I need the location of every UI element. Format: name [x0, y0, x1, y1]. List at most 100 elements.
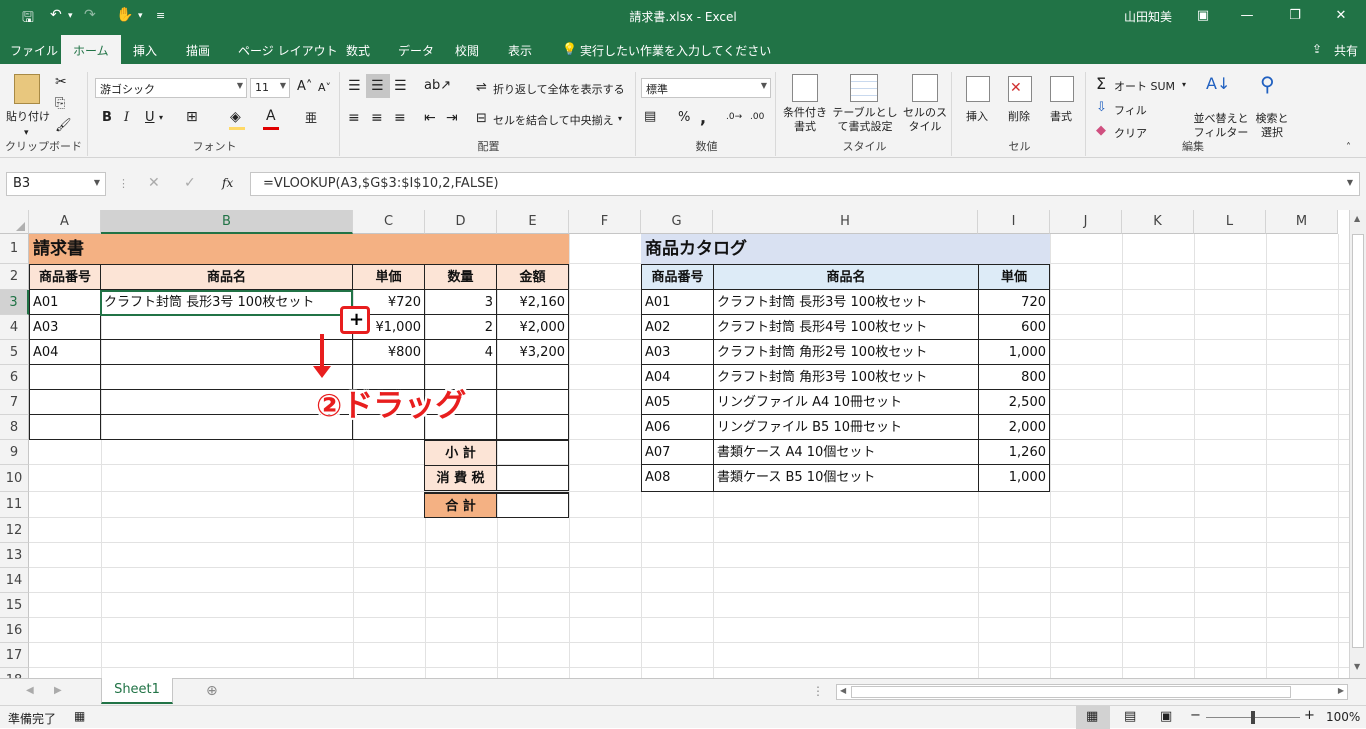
merge-dropdown-icon[interactable]: ▾ — [618, 114, 622, 123]
cut-icon[interactable]: ✂ — [55, 74, 67, 90]
scroll-down-icon[interactable]: ▼ — [1354, 662, 1360, 671]
underline-dropdown-icon[interactable]: ▾ — [159, 113, 163, 122]
catalog-cell-code[interactable]: A04 — [641, 364, 714, 390]
total-value[interactable] — [496, 492, 569, 518]
catalog-cell-price[interactable]: 1,000 — [978, 339, 1050, 365]
number-format-combo[interactable]: 標準 ▼ — [641, 78, 771, 98]
format-painter-icon[interactable]: 🖌 — [55, 118, 72, 133]
orientation-icon[interactable]: ab↗ — [424, 78, 451, 93]
sort-filter-button[interactable]: 並べ替えとフィルター — [1192, 112, 1250, 140]
name-box[interactable]: B3 ▼ — [6, 172, 106, 196]
row-header-8[interactable]: 8 — [0, 415, 29, 440]
underline-button[interactable]: U — [145, 110, 155, 125]
catalog-cell-name[interactable]: リングファイル A4 10冊セット — [713, 389, 979, 415]
tab-draw[interactable]: 描画 — [186, 42, 210, 59]
share-button[interactable]: 共有 — [1334, 42, 1358, 59]
splitter-icon[interactable]: ⋮ — [118, 177, 129, 190]
macro-record-icon[interactable]: ▦ — [74, 709, 85, 723]
invoice-header-code[interactable]: 商品番号 — [29, 264, 101, 290]
invoice-cell-amount[interactable]: ¥3,200 — [496, 339, 569, 365]
normal-view-icon[interactable]: ▦ — [1086, 709, 1098, 724]
row-header-15[interactable]: 15 — [0, 593, 29, 618]
catalog-cell-price[interactable]: 720 — [978, 289, 1050, 315]
decrease-font-icon[interactable]: A˅ — [318, 81, 331, 94]
row-header-9[interactable]: 9 — [0, 440, 29, 465]
phonetic-icon[interactable]: 亜 — [305, 109, 317, 126]
find-select-button[interactable]: 検索と選択 — [1252, 112, 1292, 140]
tab-home[interactable]: ホーム — [61, 35, 121, 64]
expand-formula-icon[interactable]: ▼ — [1347, 178, 1353, 187]
cell-styles-icon[interactable] — [912, 74, 938, 102]
scroll-up-icon[interactable]: ▲ — [1354, 214, 1360, 223]
invoice-cell-amount[interactable]: ¥2,160 — [496, 289, 569, 315]
zoom-slider-thumb[interactable] — [1251, 711, 1255, 724]
worksheet-grid[interactable]: A B C D E F G H I J K L M 1 2 3 4 5 6 7 8 9 10 11 1… — [0, 210, 1366, 678]
tab-formulas[interactable]: 数式 — [346, 42, 370, 59]
tab-data[interactable]: データ — [398, 42, 434, 59]
catalog-cell-price[interactable]: 1,000 — [978, 464, 1050, 492]
row-header-16[interactable]: 16 — [0, 618, 29, 643]
fill-color-icon[interactable]: ◈ — [230, 109, 241, 125]
tab-file[interactable]: ファイル — [10, 42, 58, 59]
format-cells-button[interactable]: 書式 — [1050, 108, 1072, 124]
col-header-a[interactable]: A — [29, 210, 101, 234]
insert-cells-icon[interactable] — [966, 76, 990, 102]
invoice-cell-code[interactable] — [29, 389, 101, 415]
catalog-title[interactable]: 商品カタログ — [641, 234, 1050, 264]
catalog-cell-name[interactable]: クラフト封筒 角形3号 100枚セット — [713, 364, 979, 390]
tax-label[interactable]: 消 費 税 — [424, 465, 497, 491]
align-left-icon[interactable]: ≡ — [348, 110, 360, 126]
scroll-right-icon[interactable]: ▶ — [1338, 686, 1344, 695]
total-label[interactable]: 合 計 — [424, 492, 497, 518]
format-as-table-icon[interactable] — [850, 74, 878, 102]
ribbon-display-icon[interactable]: ▣ — [1192, 5, 1214, 27]
catalog-cell-code[interactable]: A03 — [641, 339, 714, 365]
col-header-b[interactable]: B — [101, 210, 353, 234]
invoice-header-name[interactable]: 商品名 — [100, 264, 353, 290]
zoom-out-icon[interactable]: − — [1190, 708, 1201, 723]
conditional-format-button[interactable]: 条件付き書式 — [782, 106, 828, 134]
align-center-icon[interactable]: ≡ — [371, 110, 383, 126]
restore-icon[interactable]: ❐ — [1284, 5, 1306, 27]
row-header-7[interactable]: 7 — [0, 390, 29, 415]
row-header-12[interactable]: 12 — [0, 518, 29, 543]
col-header-i[interactable]: I — [978, 210, 1050, 234]
font-size-combo[interactable]: 11 ▼ — [250, 78, 290, 98]
font-color-icon[interactable]: A — [266, 108, 276, 124]
catalog-cell-price[interactable]: 600 — [978, 314, 1050, 340]
horizontal-scroll-thumb[interactable] — [851, 686, 1291, 698]
autosum-button[interactable]: オート SUM — [1114, 78, 1175, 94]
autosum-dropdown-icon[interactable]: ▾ — [1182, 80, 1186, 89]
borders-icon[interactable]: ⊞ — [186, 109, 198, 125]
invoice-cell-qty[interactable]: 2 — [424, 314, 497, 340]
row-header-11[interactable]: 11 — [0, 492, 29, 518]
tab-view[interactable]: 表示 — [508, 42, 532, 59]
col-header-m[interactable]: M — [1266, 210, 1338, 234]
catalog-cell-name[interactable]: 書類ケース B5 10個セット — [713, 464, 979, 492]
merge-center-button[interactable]: セルを結合して中央揃え — [493, 112, 614, 128]
paste-button[interactable]: 貼り付け — [6, 108, 50, 124]
vertical-scroll-thumb[interactable] — [1352, 234, 1364, 648]
col-header-j[interactable]: J — [1050, 210, 1122, 234]
insert-cells-button[interactable]: 挿入 — [966, 108, 988, 124]
close-icon[interactable]: ✕ — [1330, 5, 1352, 27]
catalog-cell-code[interactable]: A02 — [641, 314, 714, 340]
conditional-format-icon[interactable] — [792, 74, 818, 102]
zoom-in-icon[interactable]: + — [1304, 708, 1315, 723]
paste-icon[interactable] — [14, 74, 40, 104]
formula-input[interactable]: =VLOOKUP(A3,$G$3:$I$10,2,FALSE) ▼ — [250, 172, 1360, 196]
increase-font-icon[interactable]: A˄ — [297, 79, 312, 94]
next-sheet-icon[interactable]: ▶ — [54, 685, 62, 696]
zoom-level[interactable]: 100% — [1326, 710, 1360, 724]
catalog-cell-code[interactable]: A08 — [641, 464, 714, 492]
format-as-table-button[interactable]: テーブルとして書式設定 — [830, 106, 900, 134]
sort-filter-icon[interactable]: A↓ — [1206, 74, 1230, 93]
catalog-header-code[interactable]: 商品番号 — [641, 264, 714, 290]
percent-button[interactable]: % — [678, 110, 690, 125]
increase-indent-icon[interactable]: ⇥ — [446, 110, 458, 126]
collapse-ribbon-icon[interactable]: ˄ — [1346, 142, 1351, 153]
align-right-icon[interactable]: ≡ — [394, 110, 406, 126]
row-header-18[interactable]: 18 — [0, 668, 29, 678]
italic-button[interactable]: I — [124, 110, 129, 125]
select-all-corner[interactable] — [0, 210, 29, 234]
